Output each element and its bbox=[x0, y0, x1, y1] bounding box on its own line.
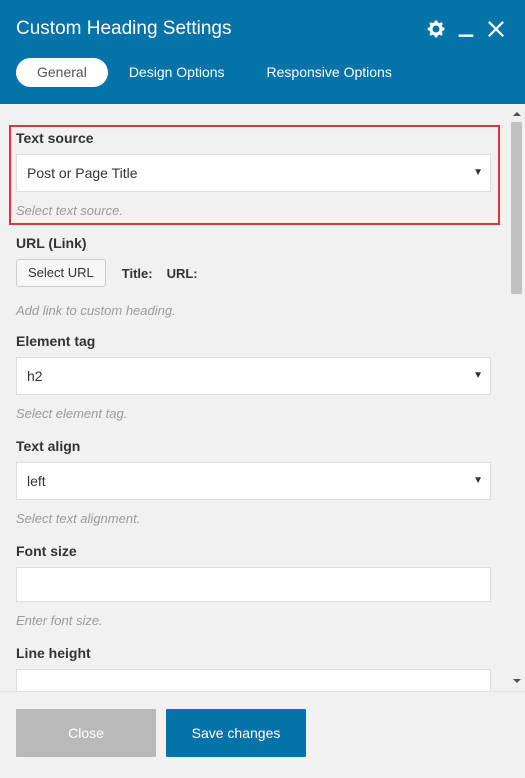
element-tag-select[interactable]: h2 ▼ bbox=[16, 357, 491, 395]
save-changes-button[interactable]: Save changes bbox=[166, 709, 306, 757]
text-source-select[interactable]: Post or Page Title ▼ bbox=[16, 154, 491, 192]
chevron-down-icon: ▼ bbox=[473, 370, 483, 381]
settings-body: Text source Post or Page Title ▼ Select … bbox=[0, 104, 525, 691]
chevron-down-icon: ▼ bbox=[473, 475, 483, 486]
font-size-input[interactable] bbox=[16, 567, 491, 602]
text-source-field: Text source Post or Page Title ▼ Select … bbox=[16, 129, 491, 219]
text-align-description: Select text alignment. bbox=[16, 511, 141, 526]
tab-general[interactable]: General bbox=[16, 58, 108, 87]
url-description: Add link to custom heading. bbox=[16, 303, 176, 318]
panel-title: Custom Heading Settings bbox=[16, 18, 232, 39]
panel-footer: Close Save changes bbox=[0, 691, 525, 778]
text-source-description: Select text source. bbox=[16, 203, 123, 218]
element-tag-description: Select element tag. bbox=[16, 406, 128, 421]
close-button[interactable]: Close bbox=[16, 709, 156, 757]
element-tag-field: Element tag h2 ▼ Select element tag. bbox=[16, 332, 491, 422]
text-source-value: Post or Page Title bbox=[27, 165, 138, 181]
chevron-down-icon: ▼ bbox=[473, 167, 483, 178]
element-tag-value: h2 bbox=[27, 368, 43, 384]
select-url-button[interactable]: Select URL bbox=[16, 259, 106, 287]
text-align-field: Text align left ▼ Select text alignment. bbox=[16, 437, 491, 527]
url-label: URL (Link) bbox=[16, 235, 87, 251]
text-source-label: Text source bbox=[16, 130, 94, 146]
scroll-up-icon[interactable] bbox=[513, 112, 521, 116]
text-align-label: Text align bbox=[16, 438, 81, 454]
tab-bar: General Design Options Responsive Option… bbox=[16, 58, 413, 87]
url-field: URL (Link) Select URL Title: URL: Add li… bbox=[16, 234, 491, 319]
text-align-value: left bbox=[27, 473, 46, 489]
font-size-description: Enter font size. bbox=[16, 613, 103, 628]
line-height-field: Line height bbox=[16, 644, 491, 691]
scrollbar-thumb[interactable] bbox=[511, 122, 522, 294]
line-height-label: Line height bbox=[16, 645, 91, 661]
element-tag-label: Element tag bbox=[16, 333, 96, 349]
header-controls bbox=[425, 17, 507, 41]
panel-header: Custom Heading Settings General Design O… bbox=[0, 0, 525, 104]
url-row: Select URL Title: URL: bbox=[16, 259, 491, 287]
font-size-label: Font size bbox=[16, 543, 77, 559]
minimize-icon[interactable] bbox=[455, 18, 477, 40]
tab-responsive-options[interactable]: Responsive Options bbox=[246, 58, 413, 87]
vertical-scrollbar[interactable] bbox=[508, 104, 525, 691]
font-size-field: Font size Enter font size. bbox=[16, 542, 491, 629]
line-height-input[interactable] bbox=[16, 669, 491, 691]
url-title-label: Title: bbox=[121, 265, 153, 281]
close-icon[interactable] bbox=[485, 18, 507, 40]
gear-icon[interactable] bbox=[425, 18, 447, 40]
tab-design-options[interactable]: Design Options bbox=[108, 58, 246, 87]
scroll-down-icon[interactable] bbox=[513, 679, 521, 683]
text-align-select[interactable]: left ▼ bbox=[16, 462, 491, 500]
url-url-label: URL: bbox=[166, 265, 198, 281]
